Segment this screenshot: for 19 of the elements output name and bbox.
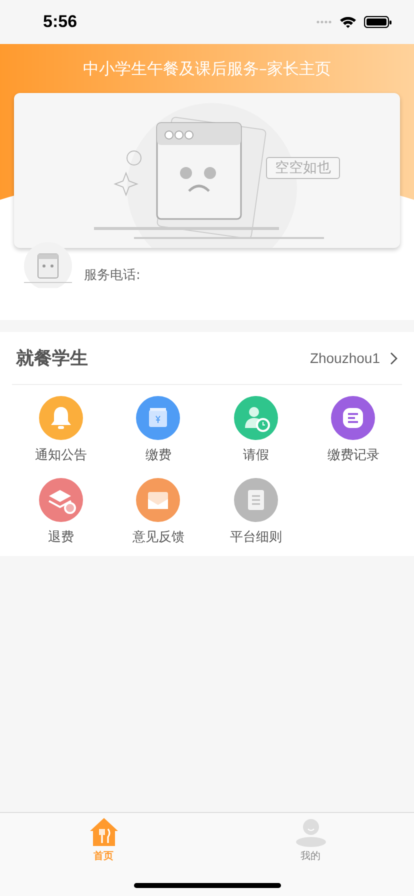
section-title: 就餐学生: [16, 347, 88, 370]
menu-item[interactable]: 通知公告: [12, 396, 110, 464]
menu-item[interactable]: 平台细则: [207, 478, 304, 546]
menu-item[interactable]: 请假: [207, 396, 304, 464]
student-selector[interactable]: Zhouzhou1: [310, 350, 398, 366]
user-icon: [296, 817, 326, 847]
menu-item[interactable]: 退费: [12, 478, 110, 546]
menu-item[interactable]: 缴费记录: [304, 396, 402, 464]
wifi-icon: [340, 16, 356, 28]
battery-icon: [364, 16, 392, 28]
home-icon: [88, 817, 118, 847]
menu-item[interactable]: 缴费: [110, 396, 207, 464]
menu-item[interactable]: 意见反馈: [110, 478, 207, 546]
empty-caption: 空空如也: [266, 157, 340, 179]
chevron-right-icon: [390, 352, 398, 364]
service-phone-label: 服务电话:: [84, 267, 140, 285]
status-time: 5:56: [43, 12, 78, 32]
page-title: 中小学生午餐及课后服务–家长主页: [83, 58, 331, 80]
signal-icon: [316, 20, 332, 24]
